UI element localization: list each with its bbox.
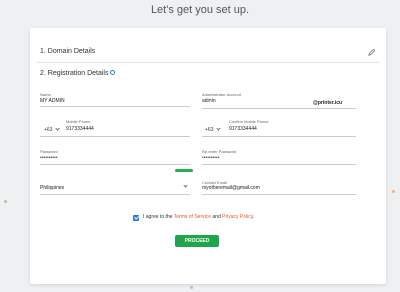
proceed-button[interactable]: PROCEED (175, 235, 219, 247)
section-domain-details-title: 1. Domain Details (40, 48, 96, 55)
mobile-phone-value[interactable]: 9173334444 (66, 126, 94, 132)
decorative-dot (392, 190, 395, 193)
page-heading: Let's get you set up. (150, 4, 250, 16)
decorative-dot (190, 286, 193, 289)
confirm-country-code-select[interactable]: +63 (205, 127, 213, 133)
setup-card: 1. Domain Details 2. Registration Detail… (30, 28, 386, 284)
terms-of-service-link[interactable]: Terms of Service (174, 214, 211, 220)
country-code-select[interactable]: +63 (44, 127, 52, 133)
agreement-suffix: . (252, 214, 255, 220)
domain-suffix: @printer.icu (313, 100, 343, 106)
password-label: Password (40, 149, 58, 154)
decorative-dot (4, 200, 7, 203)
section-registration-details-title: 2. Registration Details (40, 70, 116, 77)
reenter-password-value[interactable]: •••••••••• (202, 155, 220, 161)
name-value[interactable]: MY ADMIN (40, 98, 65, 104)
info-icon[interactable] (110, 70, 116, 75)
section-registration-label: 2. Registration Details (40, 70, 109, 77)
password-strength-bar (175, 169, 193, 172)
password-value[interactable]: •••••••••• (40, 155, 58, 161)
pencil-icon[interactable] (367, 48, 376, 57)
country-underline (40, 194, 190, 195)
mobile-phone-underline (40, 136, 190, 137)
confirm-mobile-phone-label: Confirm Mobile Phone (229, 119, 269, 124)
name-underline (40, 106, 190, 107)
reenter-password-underline (202, 164, 356, 165)
mobile-phone-label: Mobile Phone (66, 119, 91, 124)
name-label: Name (40, 92, 51, 97)
admin-account-label: Administrator Account (202, 92, 241, 97)
chevron-down-icon (55, 126, 60, 131)
country-value[interactable]: Philippines (40, 185, 64, 191)
admin-account-underline (202, 108, 356, 109)
chevron-down-icon (183, 183, 188, 188)
agreement-text: I agree to the Terms of Service and Priv… (143, 214, 254, 220)
admin-account-value[interactable]: admin (202, 98, 216, 104)
contact-email-value[interactable]: myotheremail@gmail.com (202, 185, 260, 191)
agree-checkbox[interactable] (133, 215, 139, 221)
privacy-policy-link[interactable]: Privacy Policy (222, 214, 253, 220)
agreement-middle: and (211, 214, 223, 220)
reenter-password-label: Re-enter Password (202, 149, 237, 154)
agreement-prefix: I agree to the (143, 214, 174, 220)
password-underline (40, 164, 190, 165)
contact-email-underline (202, 194, 356, 195)
chevron-down-icon (216, 126, 221, 131)
section-divider (36, 62, 380, 63)
confirm-mobile-phone-underline (202, 136, 356, 137)
confirm-mobile-phone-value[interactable]: 9173334444 (229, 126, 257, 132)
